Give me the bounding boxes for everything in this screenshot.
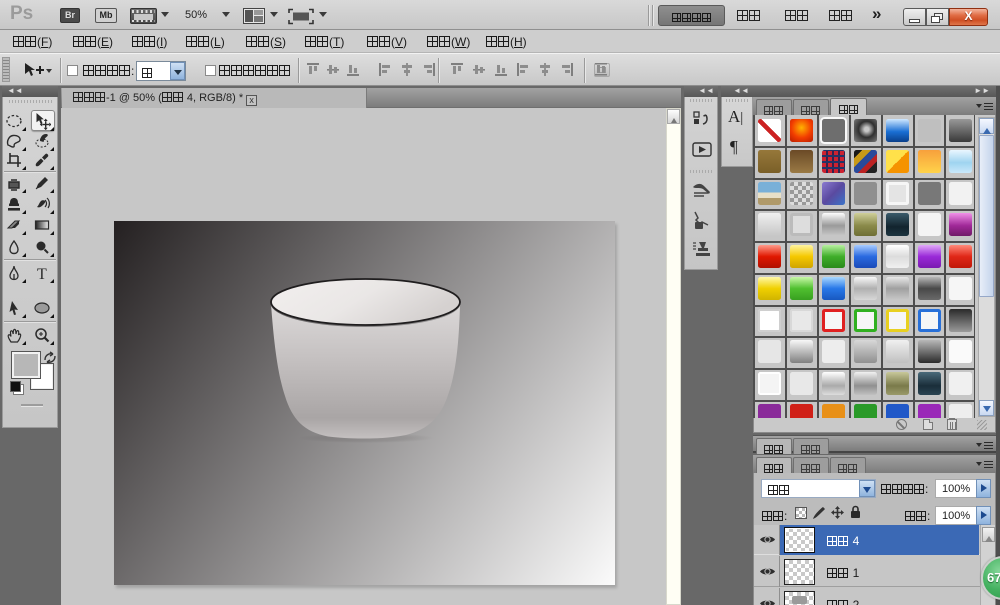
svg-text:T: T	[37, 266, 47, 282]
